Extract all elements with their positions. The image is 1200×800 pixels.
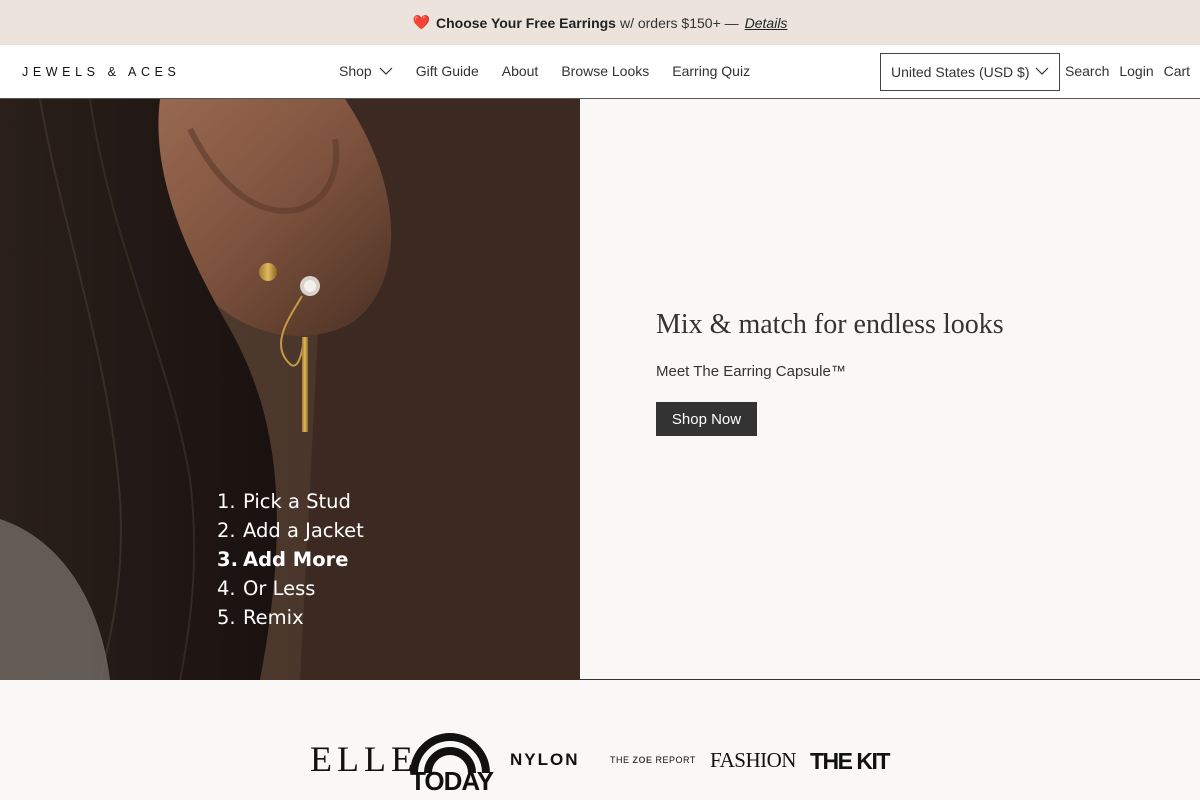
announcement-text: w/ orders $150+ — — [619, 14, 739, 31]
chevron-down-icon — [1035, 67, 1049, 75]
press-logos: ELLE TODAY NYLON THE ZOE REPORT FASHION … — [0, 681, 1200, 800]
nav-gift-guide[interactable]: Gift Guide — [416, 63, 479, 79]
announcement-bold-text: Choose Your Free Earrings — [435, 14, 616, 31]
hero-image: 1. Pick a Stud 2. Add a Jacket 3. Add Mo… — [0, 99, 580, 680]
elle-logo: ELLE — [310, 739, 418, 779]
fashion-logo: FASHION — [710, 748, 796, 772]
hero-steps: 1. Pick a Stud 2. Add a Jacket 3. Add Mo… — [217, 487, 364, 632]
today-logo: TODAY — [410, 729, 494, 794]
login-link[interactable]: Login — [1119, 63, 1153, 79]
details-link[interactable]: Details — [745, 15, 788, 31]
country-selector[interactable]: United States (USD $) — [880, 53, 1060, 91]
chevron-down-icon — [379, 67, 393, 75]
site-header: JEWELS & ACES Shop Gift Guide About Brow… — [0, 45, 1200, 99]
cart-link[interactable]: Cart — [1164, 63, 1190, 79]
zoe-report-logo: THE ZOE REPORT — [610, 755, 696, 765]
country-selector-value: United States (USD $) — [891, 64, 1030, 80]
step-item: 2. Add a Jacket — [217, 519, 364, 542]
search-link[interactable]: Search — [1065, 63, 1109, 79]
step-item: 1. Pick a Stud — [217, 490, 351, 513]
nav-shop-label: Shop — [339, 63, 372, 79]
shop-now-button[interactable]: Shop Now — [656, 402, 757, 436]
nav-earring-quiz[interactable]: Earring Quiz — [672, 63, 750, 79]
header-links: Search Login Cart — [1065, 63, 1190, 79]
main-nav: Shop Gift Guide About Browse Looks Earri… — [339, 63, 773, 79]
heart-icon: ❤️ — [412, 14, 430, 30]
nav-browse-looks[interactable]: Browse Looks — [561, 63, 649, 79]
hero-subtitle: Meet The Earring Capsule™ — [656, 363, 846, 380]
step-item: 3. Add More — [217, 548, 349, 571]
nav-about[interactable]: About — [502, 63, 539, 79]
hero-text-panel: Mix & match for endless looks Meet The E… — [580, 99, 1200, 680]
hero-title: Mix & match for endless looks — [656, 309, 1004, 340]
step-item: 5. Remix — [217, 606, 304, 629]
announcement-bar: ❤️ Choose Your Free Earrings w/ orders $… — [0, 0, 1200, 45]
nav-shop[interactable]: Shop — [339, 63, 393, 79]
nylon-logo: NYLON — [510, 750, 580, 769]
step-item: 4. Or Less — [217, 577, 316, 600]
site-logo[interactable]: JEWELS & ACES — [22, 65, 180, 79]
the-kit-logo: THE KIT — [810, 748, 890, 774]
